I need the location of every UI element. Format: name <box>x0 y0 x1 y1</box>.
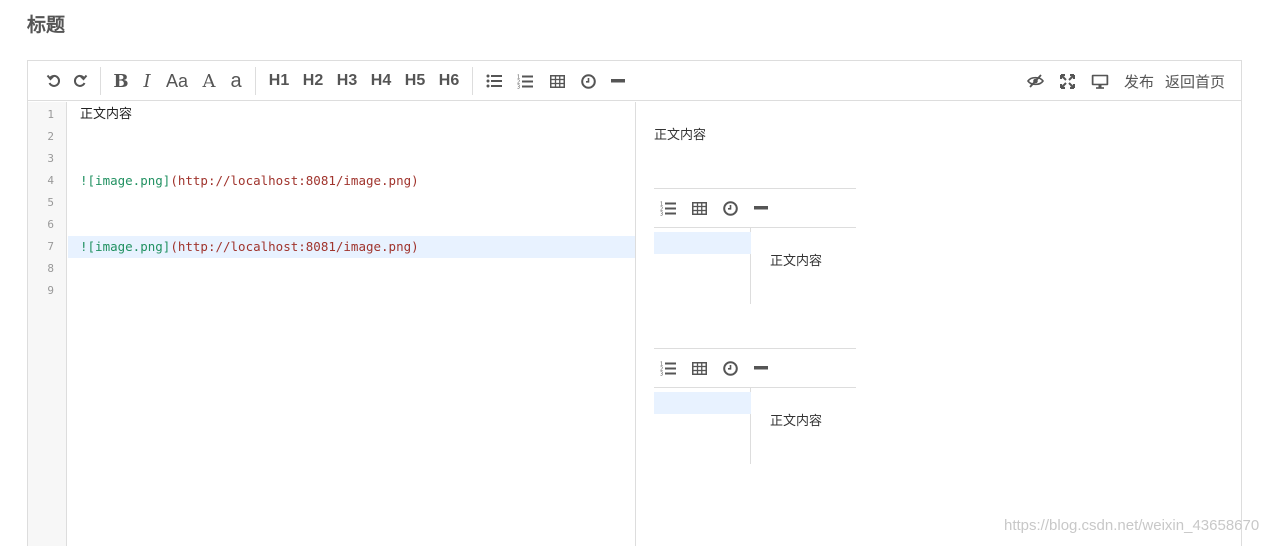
toolbar-separator <box>472 67 473 95</box>
image-body: 正文内容 <box>654 228 856 304</box>
line-number: 1 <box>47 108 54 121</box>
horizontal-rule-icon <box>754 206 768 210</box>
insert-datetime-button[interactable] <box>573 66 603 96</box>
line-number: 2 <box>47 130 54 143</box>
image-body: 正文内容 <box>654 388 856 464</box>
unordered-list-button[interactable] <box>479 66 509 96</box>
unordered-list-icon <box>486 74 502 88</box>
table-icon <box>549 74 565 88</box>
h4-label: H4 <box>370 72 392 89</box>
ordered-list-icon: 123 <box>517 74 533 89</box>
line-number: 8 <box>47 262 54 275</box>
italic-button[interactable]: I <box>135 66 159 96</box>
page-title: 标题 <box>27 14 66 36</box>
desktop-icon <box>1091 74 1109 89</box>
image-active-line <box>654 392 751 414</box>
ordered-list-icon: 123 <box>660 201 676 216</box>
image-active-line <box>654 232 751 254</box>
redo-icon <box>73 74 88 87</box>
eye-slash-icon <box>1026 74 1044 88</box>
code-editor-area[interactable]: 正文内容 ![image.png](http://localhost:8081/… <box>68 102 636 546</box>
h5-label: H5 <box>404 72 426 89</box>
font-size-icon: Aa <box>165 70 189 91</box>
table-icon <box>692 361 707 375</box>
svg-text:3: 3 <box>660 211 663 216</box>
preview-image: 123 正文内容 <box>654 188 856 304</box>
h1-label: H1 <box>268 72 290 89</box>
toolbar-separator <box>255 67 256 95</box>
watermark: https://blog.csdn.net/weixin_43658670 <box>1004 517 1260 534</box>
clock-icon <box>723 360 738 376</box>
preview-body-text: 正文内容 <box>654 128 707 143</box>
h6-button[interactable]: H6 <box>432 66 466 96</box>
line-number: 6 <box>47 218 54 231</box>
line-number: 9 <box>47 284 54 297</box>
publish-label: 发布 <box>1123 72 1154 91</box>
image-text: 正文内容 <box>770 414 823 429</box>
font-size-button[interactable]: Aa <box>159 66 195 96</box>
line-number-gutter: 1 2 3 4 5 6 7 8 9 <box>28 102 67 546</box>
preview-pane: 正文内容 123 正文内容 123 正文内容 <box>636 102 1241 546</box>
table-icon <box>692 201 707 215</box>
preview-image: 123 正文内容 <box>654 348 856 464</box>
lowercase-icon: a <box>230 69 242 92</box>
code-line[interactable]: ![image.png](http://localhost:8081/image… <box>68 170 636 192</box>
h2-label: H2 <box>302 72 324 89</box>
code-line-text: 正文内容 <box>80 107 133 122</box>
h4-button[interactable]: H4 <box>364 66 398 96</box>
markdown-image-alt: ![image.png] <box>80 173 171 188</box>
line-number: 5 <box>47 196 54 209</box>
back-home-label: 返回首页 <box>1164 72 1225 91</box>
svg-text:3: 3 <box>517 84 520 89</box>
ordered-list-icon: 123 <box>660 361 676 376</box>
image-toolbar: 123 <box>654 188 856 228</box>
h3-label: H3 <box>336 72 358 89</box>
publish-button[interactable]: 发布 <box>1117 66 1161 96</box>
image-text: 正文内容 <box>770 254 823 269</box>
fullscreen-button[interactable] <box>1051 66 1083 96</box>
markdown-image-url: (http://localhost:8081/image.png) <box>170 239 419 254</box>
h2-button[interactable]: H2 <box>296 66 330 96</box>
markdown-image-url: (http://localhost:8081/image.png) <box>170 173 419 188</box>
h6-label: H6 <box>438 72 460 89</box>
bold-icon: B <box>113 70 129 92</box>
desktop-preview-button[interactable] <box>1083 66 1117 96</box>
redo-button[interactable] <box>66 66 94 96</box>
bold-button[interactable]: B <box>107 66 135 96</box>
line-number: 7 <box>47 240 54 253</box>
h5-button[interactable]: H5 <box>398 66 432 96</box>
line-number: 3 <box>47 152 54 165</box>
image-toolbar: 123 <box>654 348 856 388</box>
italic-icon: I <box>143 70 151 92</box>
horizontal-rule-button[interactable] <box>603 66 633 96</box>
undo-button[interactable] <box>42 66 66 96</box>
clock-icon <box>580 73 596 89</box>
back-home-button[interactable]: 返回首页 <box>1161 66 1229 96</box>
code-line[interactable]: 正文内容 <box>68 104 636 126</box>
ordered-list-button[interactable]: 123 <box>509 66 541 96</box>
toolbar-separator <box>100 67 101 95</box>
line-number: 4 <box>47 174 54 187</box>
table-button[interactable] <box>541 66 573 96</box>
fullscreen-icon <box>1059 73 1075 89</box>
clock-icon <box>723 200 738 216</box>
toolbar-left-group: B I Aa A a H1 H2 H3 H4 H5 H6 1 2 3 <box>42 61 633 101</box>
horizontal-rule-icon <box>611 79 625 83</box>
toolbar-right-group: 发布 返回首页 <box>1019 61 1229 101</box>
markdown-image-alt: ![image.png] <box>80 239 171 254</box>
h3-button[interactable]: H3 <box>330 66 364 96</box>
undo-icon <box>46 74 61 87</box>
markdown-editor: B I Aa A a H1 H2 H3 H4 H5 H6 1 2 3 发布 返回… <box>27 60 1242 546</box>
uppercase-button[interactable]: A <box>195 66 223 96</box>
uppercase-icon: A <box>202 70 216 92</box>
editor-toolbar: B I Aa A a H1 H2 H3 H4 H5 H6 1 2 3 发布 返回… <box>28 61 1241 101</box>
preview-toggle-button[interactable] <box>1019 66 1051 96</box>
horizontal-rule-icon <box>754 366 768 370</box>
code-line-active[interactable]: ![image.png](http://localhost:8081/image… <box>68 236 636 258</box>
h1-button[interactable]: H1 <box>262 66 296 96</box>
lowercase-button[interactable]: a <box>223 66 249 96</box>
svg-text:3: 3 <box>660 371 663 376</box>
